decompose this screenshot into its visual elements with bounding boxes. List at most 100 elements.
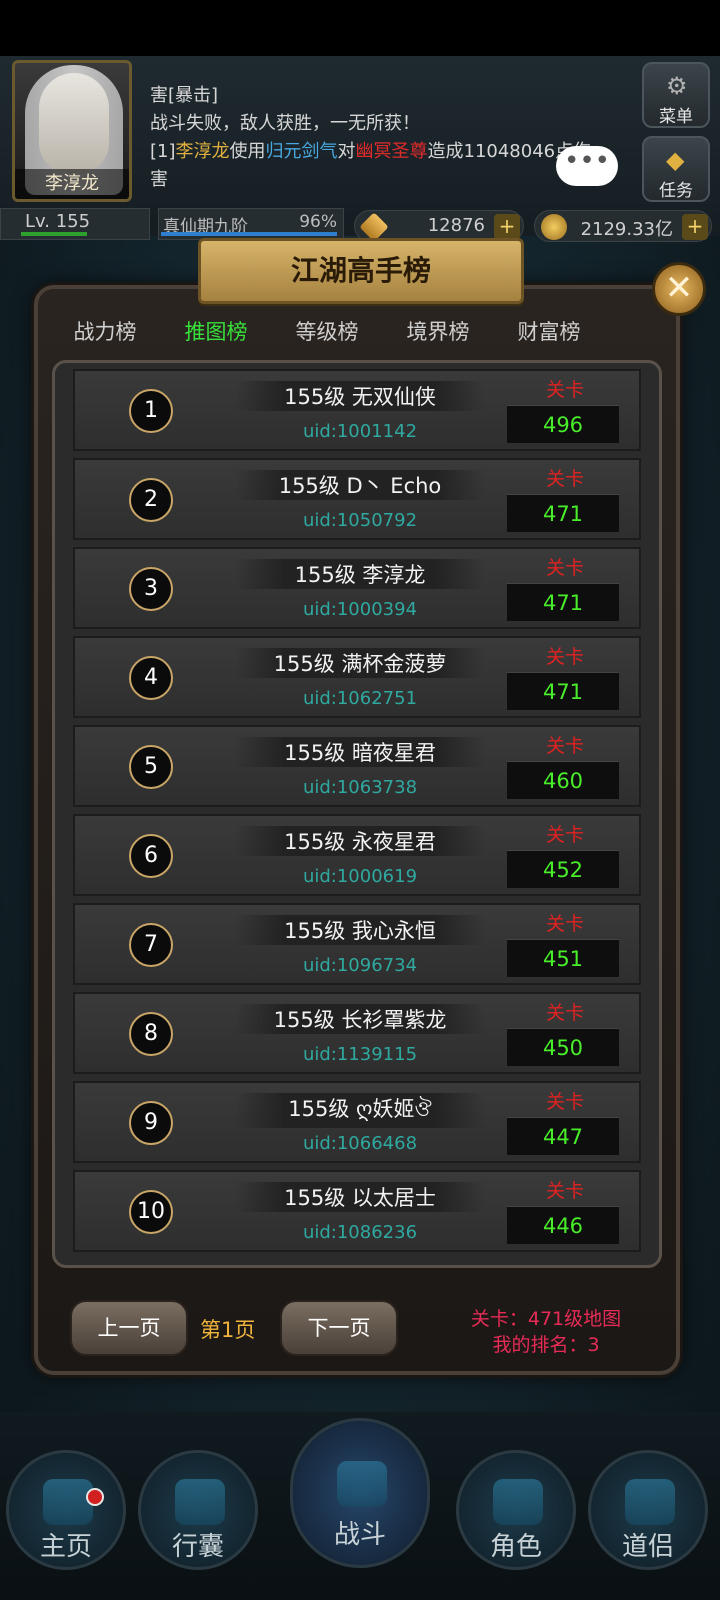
- bag-icon: [175, 1479, 225, 1525]
- stage-value: 460: [507, 761, 619, 799]
- ranking-row[interactable]: 10 155级 以太居士 uid:1086236 关卡 446: [73, 1170, 641, 1252]
- my-ranking-info: 关卡：471级地图 我的排名：3: [446, 1306, 646, 1358]
- stage-value: 447: [507, 1117, 619, 1155]
- nav-home[interactable]: 主页: [6, 1450, 126, 1570]
- level-indicator: Lv. 155: [0, 208, 150, 240]
- panel-title: 江湖高手榜: [198, 238, 524, 304]
- nav-battle-label: 战斗: [333, 1520, 386, 1550]
- ranking-row[interactable]: 2 155级 D丶 Echo uid:1050792 关卡 471: [73, 458, 641, 540]
- page-number: 第1页: [200, 1318, 256, 1342]
- ranking-row[interactable]: 3 155级 李淳龙 uid:1000394 关卡 471: [73, 547, 641, 629]
- nav-battle[interactable]: 战斗: [290, 1418, 430, 1568]
- battle-log: 害[暴击] 战斗失败，敌人获胜，一无所获！ [1]李淳龙使用归元剑气对幽冥圣尊造成1…: [150, 82, 620, 194]
- realm-indicator: 真仙期九阶 96%: [158, 208, 344, 240]
- log-segment: 害: [150, 169, 168, 190]
- player-name: 155级 ღ妖姬ঔ: [235, 1093, 485, 1128]
- nav-home-label: 主页: [39, 1532, 92, 1562]
- nav-role[interactable]: 角色: [456, 1450, 576, 1570]
- status-bar: [0, 0, 720, 56]
- player-uid: uid:1062751: [302, 688, 418, 709]
- stage-value: 452: [507, 850, 619, 888]
- player-uid: uid:1000394: [302, 599, 418, 620]
- rank-badge: 5: [129, 745, 173, 789]
- log-line: [1]李淳龙使用归元剑气对幽冥圣尊造成11048046点伤: [150, 138, 620, 166]
- rank-badge: 2: [129, 478, 173, 522]
- next-page-button[interactable]: 下一页: [280, 1300, 398, 1356]
- gear-icon: ⚙: [666, 72, 688, 100]
- rank-badge: 7: [129, 923, 173, 967]
- player-name: 155级 我心永恒: [235, 915, 485, 945]
- rank-badge: 10: [129, 1190, 173, 1234]
- stage-value: 471: [507, 672, 619, 710]
- realm-progress-bar: [161, 232, 337, 236]
- stage-value: 496: [507, 405, 619, 443]
- stage-value: 451: [507, 939, 619, 977]
- log-segment: [1]: [150, 141, 176, 162]
- stage-label: 关卡: [545, 1180, 584, 1202]
- ranking-row[interactable]: 6 155级 永夜星君 uid:1000619 关卡 452: [73, 814, 641, 896]
- stage-value: 446: [507, 1206, 619, 1244]
- player-uid: uid:1066468: [302, 1133, 418, 1154]
- log-line: 害[暴击]: [150, 82, 620, 110]
- tab-4[interactable]: 财富榜: [494, 310, 604, 354]
- chat-bubble-button[interactable]: •••: [556, 146, 618, 186]
- rank-badge: 6: [129, 834, 173, 878]
- stage-label: 关卡: [545, 1002, 584, 1024]
- ranking-row[interactable]: 1 155级 无双仙侠 uid:1001142 关卡 496: [73, 369, 641, 451]
- log-segment: 战斗失败，敌人获胜，一无所获！: [150, 113, 420, 134]
- log-segment: 李淳龙: [175, 141, 230, 162]
- nav-partner[interactable]: 道侣: [588, 1450, 708, 1570]
- player-uid: uid:1000619: [302, 866, 418, 887]
- rank-badge: 3: [129, 567, 173, 611]
- close-button[interactable]: ✕: [652, 262, 706, 316]
- my-rank: 我的排名：3: [492, 1334, 600, 1356]
- player-avatar[interactable]: 李淳龙: [12, 60, 132, 202]
- tab-3[interactable]: 境界榜: [383, 310, 493, 354]
- player-uid: uid:1096734: [302, 955, 418, 976]
- tab-2[interactable]: 等级榜: [272, 310, 382, 354]
- tab-1[interactable]: 推图榜: [161, 310, 271, 354]
- rank-badge: 1: [129, 389, 173, 433]
- task-button[interactable]: ◆ 任务: [642, 136, 710, 202]
- gold-amount: 2129.33亿: [580, 219, 673, 240]
- ranking-row[interactable]: 8 155级 长衫罩紫龙 uid:1139115 关卡 450: [73, 992, 641, 1074]
- stage-value: 471: [507, 494, 619, 532]
- player-name: 155级 李淳龙: [235, 559, 485, 589]
- menu-button[interactable]: ⚙ 菜单: [642, 62, 710, 128]
- player-name: 155级 D丶 Echo: [235, 470, 485, 500]
- task-diamond-icon: ◆: [666, 146, 685, 174]
- notification-dot: [86, 1488, 104, 1506]
- prev-page-button[interactable]: 上一页: [70, 1300, 188, 1356]
- player-uid: uid:1050792: [302, 510, 418, 531]
- log-segment: 归元剑气: [265, 141, 338, 162]
- ranking-row[interactable]: 7 155级 我心永恒 uid:1096734 关卡 451: [73, 903, 641, 985]
- add-gold-button[interactable]: +: [682, 214, 708, 240]
- log-line: 害: [150, 166, 620, 194]
- sword-icon: [337, 1461, 387, 1507]
- player-name: 155级 满杯金菠萝: [235, 648, 485, 678]
- add-gem-button[interactable]: +: [494, 214, 520, 240]
- ranking-row[interactable]: 9 155级 ღ妖姬ঔ uid:1066468 关卡 447: [73, 1081, 641, 1163]
- level-exp-bar: [21, 232, 87, 236]
- gold-currency: 2129.33亿 +: [534, 210, 712, 242]
- menu-label: 菜单: [659, 107, 693, 127]
- rank-badge: 4: [129, 656, 173, 700]
- stage-label: 关卡: [545, 379, 584, 401]
- log-segment: 害[暴击]: [150, 85, 219, 106]
- nav-partner-label: 道侣: [621, 1532, 674, 1562]
- stage-label: 关卡: [545, 913, 584, 935]
- rank-badge: 9: [129, 1101, 173, 1145]
- nav-bag-label: 行囊: [171, 1532, 224, 1562]
- stage-label: 关卡: [545, 646, 584, 668]
- log-segment: 幽冥圣尊: [355, 141, 428, 162]
- log-segment: 使用: [229, 141, 266, 162]
- gem-amount: 12876: [427, 215, 485, 236]
- player-name: 155级 以太居士: [235, 1182, 485, 1212]
- ranking-row[interactable]: 4 155级 满杯金菠萝 uid:1062751 关卡 471: [73, 636, 641, 718]
- nav-bag[interactable]: 行囊: [138, 1450, 258, 1570]
- log-segment: 对: [337, 141, 356, 162]
- tab-0[interactable]: 战力榜: [50, 310, 160, 354]
- realm-progress: 96%: [299, 212, 337, 232]
- ranking-row[interactable]: 5 155级 暗夜星君 uid:1063738 关卡 460: [73, 725, 641, 807]
- my-stage: 关卡：471级地图: [470, 1308, 622, 1330]
